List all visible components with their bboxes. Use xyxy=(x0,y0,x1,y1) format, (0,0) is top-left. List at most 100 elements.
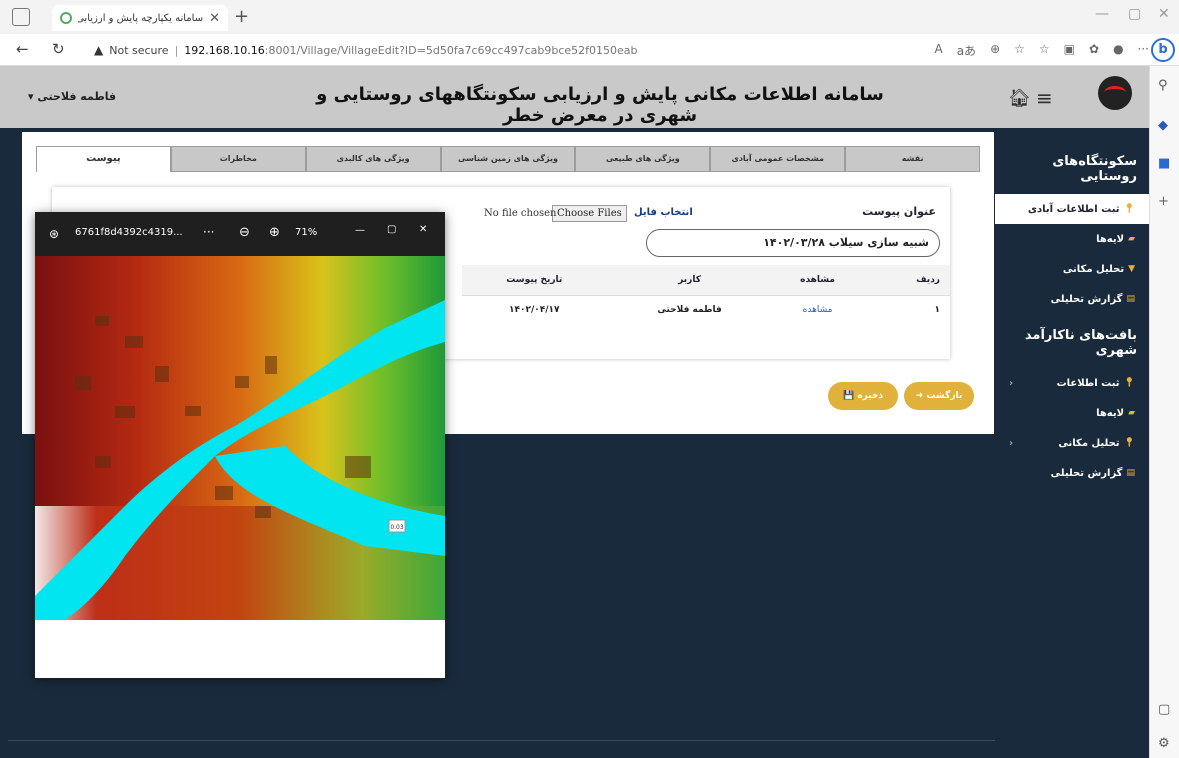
close-window-icon[interactable]: ✕ xyxy=(1158,6,1170,22)
outlook-icon[interactable]: ■ xyxy=(1158,156,1170,171)
url-field[interactable]: ▲ Not secure | 192.168.10.16:8001/Villag… xyxy=(90,38,980,62)
viewer-minimize-icon[interactable]: — xyxy=(355,225,365,236)
tab-map[interactable]: نقشه xyxy=(845,146,980,172)
home-icon[interactable]: 🏠︎ xyxy=(1008,88,1031,109)
warning-icon: ▲ xyxy=(94,43,104,57)
nav-item-report[interactable]: ▤ گزارش تحلیلی xyxy=(995,284,1149,314)
favorite-star-icon[interactable]: ☆ xyxy=(1014,42,1025,59)
translate-icon[interactable]: aあ xyxy=(957,42,976,59)
table-header-row: ردیف مشاهده کاربر تاریخ پیوست xyxy=(462,265,950,295)
address-bar-icons: A aあ ⊕ ☆ ☆ ▣ ✿ ● ··· xyxy=(934,42,1149,59)
zoom-out-icon[interactable]: ⊖ xyxy=(239,225,250,240)
nav-item-label: تحلیل مکانی xyxy=(1062,263,1125,275)
file-status: No file chosen xyxy=(484,208,557,219)
url-separator: | xyxy=(174,43,179,57)
maximize-icon[interactable]: ▢ xyxy=(1128,6,1141,22)
viewer-maximize-icon[interactable]: ▢ xyxy=(387,224,396,235)
app-logo xyxy=(1098,76,1132,110)
minimize-icon[interactable]: — xyxy=(1095,6,1109,22)
nav-section-urban: بافت‌های ناکارآمد شهری xyxy=(1024,328,1137,358)
chevron-left-icon: ‹ xyxy=(1009,377,1014,389)
nav-item-layers[interactable]: ▰ لایه‌ها xyxy=(995,224,1149,254)
user-menu[interactable]: فاطمه فلاحتی ▾ xyxy=(28,90,116,103)
flood-map-graphic: 0.03 xyxy=(35,256,445,620)
choose-files-button[interactable]: Choose Files xyxy=(552,205,627,222)
new-tab-button[interactable]: + xyxy=(234,6,249,27)
tab-natural[interactable]: ویژگی های طبیعی xyxy=(575,146,711,172)
back-arrow-icon[interactable]: ← xyxy=(16,40,29,58)
tab-close-icon[interactable]: ✕ xyxy=(209,11,220,26)
browser-tab-bar: سامانه یکپارچه پایش و ارزیابی اطلا ✕ + —… xyxy=(0,0,1179,34)
collections-icon[interactable]: ▣ xyxy=(1064,42,1075,59)
nav-item-label: تحلیل مکانی xyxy=(1058,437,1120,449)
tab-geology[interactable]: ویژگی های زمین شناسی xyxy=(440,146,576,172)
save-button[interactable]: 💾 ذخیره xyxy=(828,382,898,410)
extensions-icon[interactable]: ✿ xyxy=(1089,42,1099,59)
user-caret-icon: ▾ xyxy=(28,90,34,103)
cell-date: ۱۴۰۲/۰۴/۱۷ xyxy=(462,294,607,325)
nav-item-label: ثبت اطلاعات آبادی xyxy=(1027,203,1120,215)
attachment-title-input[interactable]: شبیه سازی سیلاب ۱۴۰۲/۰۳/۲۸ xyxy=(646,229,940,257)
nav-item-layers-urban[interactable]: ▰ لایه‌ها xyxy=(995,398,1149,428)
viewer-more-icon[interactable]: ··· xyxy=(203,225,214,239)
tab-strip: نقشه مشخصات عمومی آبادی ویژگی های طبیعی … xyxy=(35,146,980,172)
col-date: تاریخ پیوست xyxy=(462,265,607,295)
nav-item-label: لایه‌ها xyxy=(1096,233,1125,245)
back-button[interactable]: ➜ بازگشت xyxy=(904,382,974,410)
layers-icon: ▰ xyxy=(1128,408,1135,418)
copilot-icon[interactable]: ◆ xyxy=(1158,118,1168,133)
table-row: ۱ مشاهده فاطمه فلاحتی ۱۴۰۲/۰۴/۱۷ xyxy=(462,294,950,325)
image-viewer-window[interactable]: ⊛ 6761f8d4392c4319... ··· ⊖ ⊕ 71% — ▢ ✕ xyxy=(35,212,445,678)
chevron-left-icon: ‹ xyxy=(1009,437,1014,449)
settings-gear-icon[interactable]: ⚙ xyxy=(1158,736,1170,751)
chart-icon: ▤ xyxy=(1126,294,1135,304)
view-link[interactable]: مشاهده xyxy=(772,294,863,325)
refresh-icon[interactable]: ↻ xyxy=(52,40,65,58)
map-badge-text: 0.03 xyxy=(390,524,404,531)
footer-divider xyxy=(8,740,995,741)
nav-item-register-info[interactable]: 📍︎ ثبت اطلاعات ‹ xyxy=(995,368,1149,398)
layers-icon: ▰ xyxy=(1128,234,1135,244)
viewer-toolbar: ⊛ 6761f8d4392c4319... ··· ⊖ ⊕ 71% — ▢ ✕ xyxy=(35,212,445,256)
profile-icon[interactable]: ● xyxy=(1113,42,1123,59)
attachments-table: ردیف مشاهده کاربر تاریخ پیوست ۱ مشاهده ف… xyxy=(462,265,950,325)
zoom-in-icon[interactable]: ⊕ xyxy=(269,225,280,240)
more-menu-icon[interactable]: ··· xyxy=(1138,42,1149,59)
col-index: ردیف xyxy=(862,265,950,295)
map-pin-icon: 📍︎ xyxy=(1123,204,1135,214)
viewer-close-icon[interactable]: ✕ xyxy=(419,224,427,235)
favorites-icon[interactable]: ☆ xyxy=(1039,42,1050,59)
search-icon[interactable]: ⚲ xyxy=(1158,78,1168,93)
bing-icon[interactable]: b xyxy=(1151,38,1175,62)
nav-item-register-village[interactable]: 📍︎ ثبت اطلاعات آبادی xyxy=(995,194,1149,224)
tab-hazards[interactable]: مخاطرات xyxy=(170,146,306,172)
sidebar-toggle-icon[interactable]: ▢ xyxy=(1158,702,1170,717)
nav-item-label: گزارش تحلیلی xyxy=(1050,293,1123,305)
flood-simulation-map: 0.03 xyxy=(35,256,445,620)
chart-icon: ▤ xyxy=(1126,468,1135,478)
nav-item-report-urban[interactable]: ▤ گزارش تحلیلی xyxy=(995,458,1149,488)
viewer-app-icon: ⊛ xyxy=(49,227,60,241)
nav-item-label: گزارش تحلیلی xyxy=(1050,467,1123,479)
side-navigation: سکونتگاه‌های روستایی 📍︎ ثبت اطلاعات آبادی… xyxy=(995,128,1149,758)
url-host: 192.168.10.16 xyxy=(184,43,265,57)
read-aloud-icon[interactable]: A xyxy=(934,42,942,59)
viewer-zoom-level: 71% xyxy=(295,227,318,238)
nav-item-spatial-analysis[interactable]: ▼ تحلیل مکانی xyxy=(995,254,1149,284)
browser-tab[interactable]: سامانه یکپارچه پایش و ارزیابی اطلا ✕ xyxy=(52,5,228,31)
tab-physical[interactable]: ویژگی های کالبدی xyxy=(305,146,441,172)
edge-sidebar: ⚲ ◆ ■ + ▢ ⚙ xyxy=(1149,66,1179,758)
file-select-label: انتخاب فایل xyxy=(634,207,693,218)
not-secure-label: Not secure xyxy=(109,43,169,57)
tab-attachment[interactable]: پیوست xyxy=(35,146,171,172)
nav-item-spatial-analysis-urban[interactable]: 📍︎ تحلیل مکانی ‹ xyxy=(995,428,1149,458)
hamburger-menu-icon[interactable]: ≡ xyxy=(1036,86,1053,110)
zoom-icon[interactable]: ⊕ xyxy=(990,42,1000,59)
nav-section-rural: سکونتگاه‌های روستایی xyxy=(1052,154,1137,184)
viewer-filename: 6761f8d4392c4319... xyxy=(75,227,183,238)
tab-general[interactable]: مشخصات عمومی آبادی xyxy=(710,146,846,172)
add-sidebar-icon[interactable]: + xyxy=(1158,194,1169,209)
window-menu-icon[interactable] xyxy=(12,8,30,26)
app-header: فاطمه فلاحتی ▾ سامانه اطلاعات مکانی پایش… xyxy=(0,66,1149,128)
app-title: سامانه اطلاعات مکانی پایش و ارزیابی سکون… xyxy=(316,84,884,126)
